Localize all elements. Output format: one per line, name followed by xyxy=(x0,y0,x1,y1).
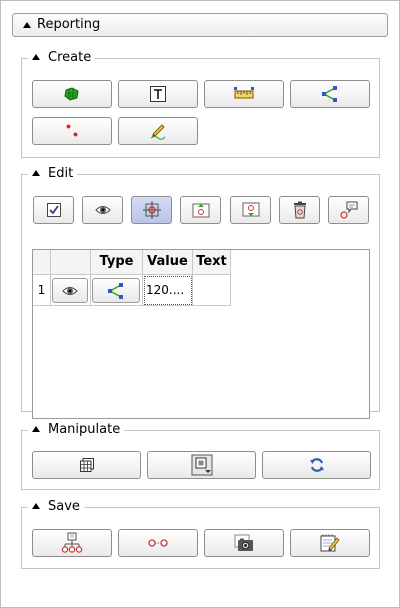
add-comment-button[interactable] xyxy=(328,196,369,224)
create-toggle[interactable]: Create xyxy=(28,50,96,66)
collapse-arrow-icon xyxy=(32,170,40,176)
create-title: Create xyxy=(48,50,92,65)
notepad-icon xyxy=(320,534,340,552)
edit-title: Edit xyxy=(48,166,74,181)
select-all-button[interactable] xyxy=(33,196,74,224)
eye-icon xyxy=(62,286,78,295)
layers-dropdown-icon xyxy=(191,454,212,476)
branch-icon xyxy=(322,86,337,102)
refresh-icon xyxy=(309,458,324,472)
refresh-button[interactable] xyxy=(262,451,371,479)
center-button[interactable] xyxy=(131,196,172,224)
add-connector-button[interactable] xyxy=(290,80,370,108)
manipulate-group: Manipulate xyxy=(21,422,380,490)
row-type-button[interactable] xyxy=(92,278,140,303)
grid-icon xyxy=(79,458,94,472)
freehand-button[interactable] xyxy=(118,117,198,145)
collapse-arrow-icon xyxy=(32,54,40,60)
collapse-arrow-icon xyxy=(23,22,31,28)
move-down-button[interactable] xyxy=(230,196,271,224)
manipulate-title: Manipulate xyxy=(48,422,121,437)
table-row-type-cell xyxy=(91,275,143,306)
notes-button[interactable] xyxy=(290,529,370,557)
eye-icon xyxy=(94,206,111,214)
add-polygon-icon xyxy=(64,87,79,101)
reporting-title: Reporting xyxy=(37,17,101,32)
row-visibility-button[interactable] xyxy=(52,278,88,303)
save-hierarchy-button[interactable] xyxy=(32,529,112,557)
reporting-panel: Reporting Create Edit Type Value Text 1 … xyxy=(0,0,400,608)
camera-icon xyxy=(234,534,253,551)
column-header-value[interactable]: Value xyxy=(143,250,193,275)
edit-group: Edit Type Value Text 1 120.... xyxy=(21,166,380,419)
save-toggle[interactable]: Save xyxy=(28,499,84,515)
branch-icon xyxy=(108,282,123,299)
trash-icon xyxy=(293,201,306,219)
collapse-arrow-icon xyxy=(32,426,40,432)
snapshot-button[interactable] xyxy=(204,529,284,557)
create-group: Create xyxy=(21,50,380,158)
reporting-toggle[interactable]: Reporting xyxy=(12,13,388,37)
text-icon xyxy=(150,86,166,102)
grid-button[interactable] xyxy=(32,451,141,479)
column-header-type[interactable]: Type xyxy=(91,250,143,275)
add-text-button[interactable] xyxy=(118,80,198,108)
move-up-button[interactable] xyxy=(180,196,221,224)
add-points-button[interactable] xyxy=(32,117,112,145)
add-ruler-button[interactable] xyxy=(204,80,284,108)
save-title: Save xyxy=(48,499,80,514)
add-polygon-button[interactable] xyxy=(32,80,112,108)
column-header-text[interactable]: Text xyxy=(193,250,231,275)
save-group: Save xyxy=(21,499,380,569)
toggle-visibility-button[interactable] xyxy=(82,196,123,224)
comment-icon xyxy=(339,201,357,219)
link-dots-icon xyxy=(148,539,168,547)
save-link-button[interactable] xyxy=(118,529,198,557)
move-up-icon xyxy=(192,203,209,218)
row-text-cell[interactable] xyxy=(193,275,231,306)
row-index: 1 xyxy=(33,275,51,306)
move-down-icon xyxy=(242,202,259,217)
table-row-visibility-cell xyxy=(51,275,91,306)
layers-dropdown-button[interactable] xyxy=(147,451,256,479)
hierarchy-icon xyxy=(61,532,83,553)
collapse-arrow-icon xyxy=(32,503,40,509)
edit-toggle[interactable]: Edit xyxy=(28,166,78,182)
crosshair-icon xyxy=(142,201,161,219)
column-header-index xyxy=(33,250,51,275)
manipulate-toggle[interactable]: Manipulate xyxy=(28,422,125,438)
column-header-visibility xyxy=(51,250,91,275)
ruler-icon xyxy=(234,87,254,99)
points-icon xyxy=(66,124,78,137)
row-value-cell[interactable]: 120.... xyxy=(143,275,193,306)
checkbox-icon xyxy=(46,203,61,217)
annotations-table: Type Value Text 1 120.... xyxy=(32,249,370,419)
delete-button[interactable] xyxy=(279,196,320,224)
pencil-icon xyxy=(150,124,166,140)
